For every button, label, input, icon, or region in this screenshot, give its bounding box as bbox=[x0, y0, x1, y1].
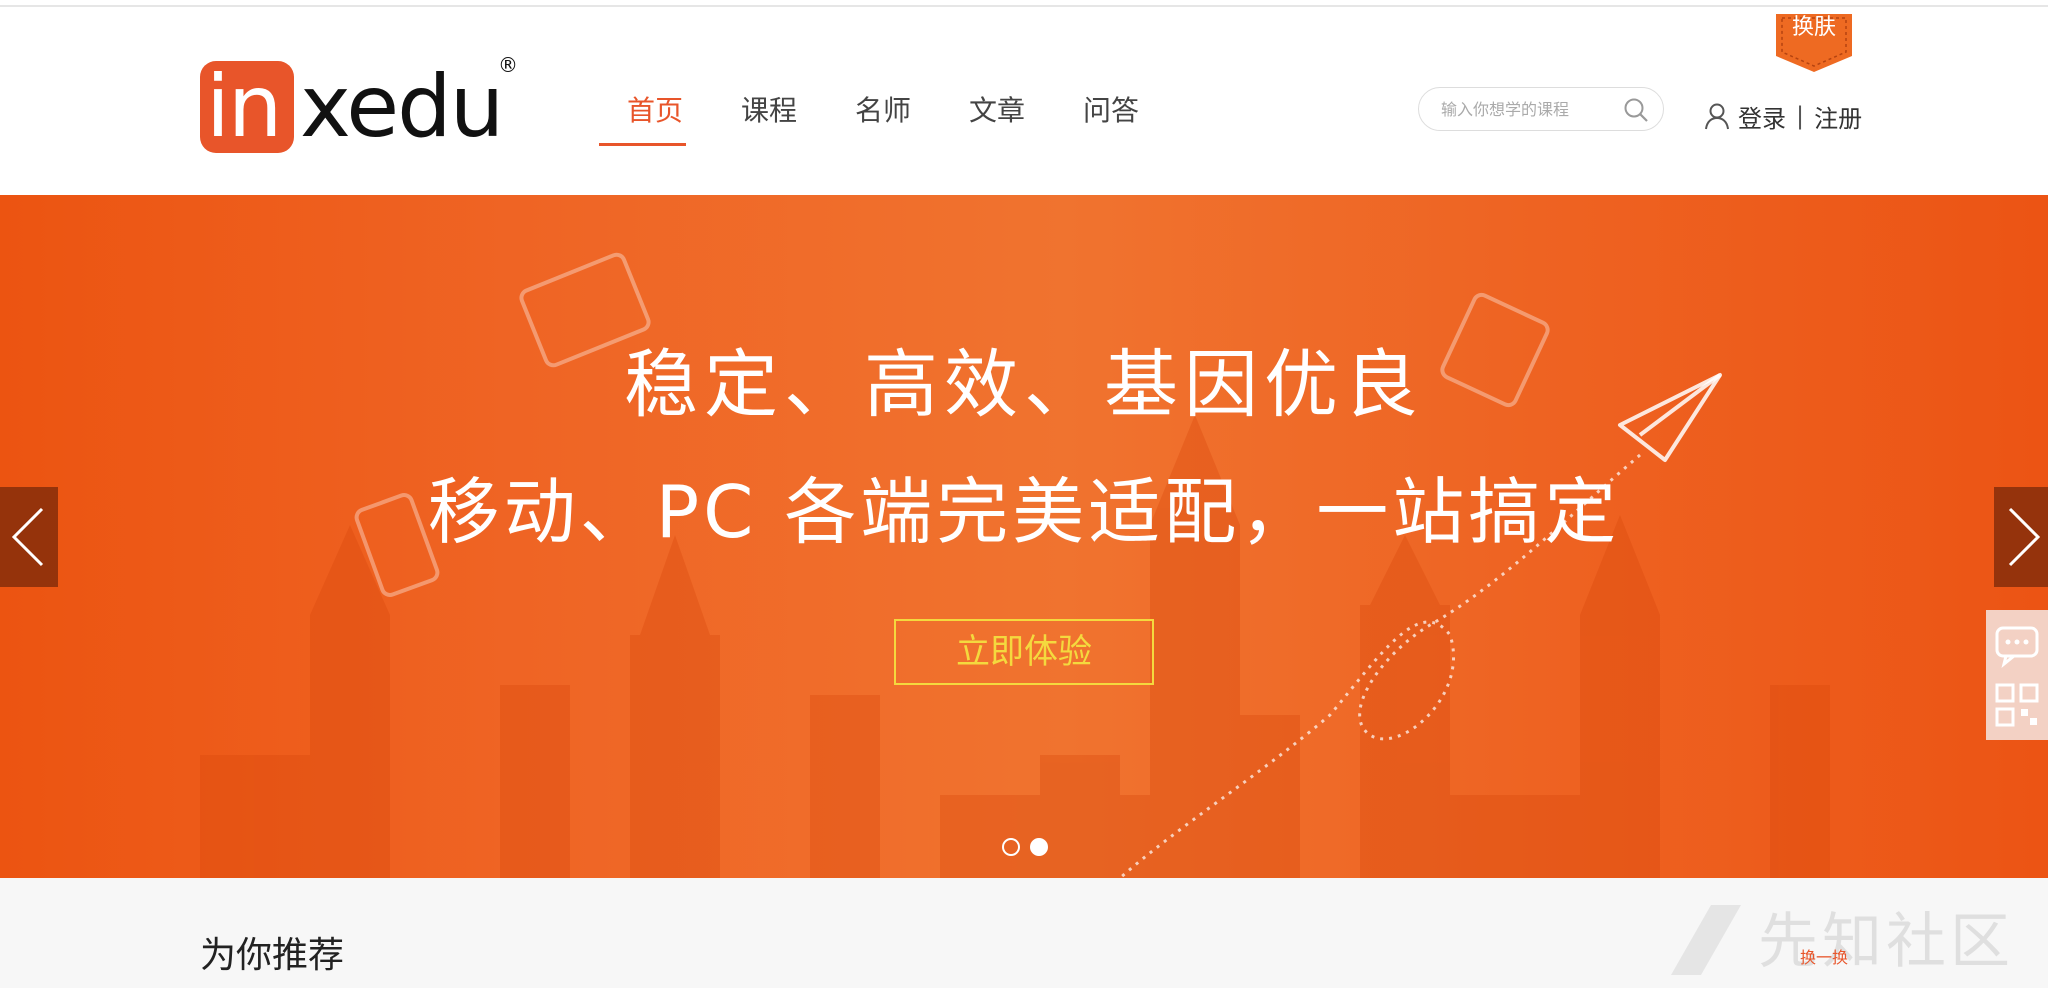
top-border bbox=[0, 0, 2048, 7]
refresh-link[interactable]: 换一换 bbox=[1800, 944, 1848, 968]
nav-item-teachers[interactable]: 名师 bbox=[826, 89, 940, 151]
search-box bbox=[1418, 87, 1664, 131]
carousel-prev-button[interactable] bbox=[0, 487, 58, 587]
nav-item-home[interactable]: 首页 bbox=[598, 89, 712, 151]
watermark-logo-icon bbox=[1671, 905, 1741, 975]
search-icon[interactable] bbox=[1623, 97, 1649, 123]
main-nav: 首页 课程 名师 文章 问答 bbox=[598, 89, 1168, 151]
carousel-next-button[interactable] bbox=[1994, 487, 2048, 587]
watermark-text: 先知社区 bbox=[1758, 907, 2014, 977]
skin-switch-button[interactable]: 换肤 bbox=[1774, 14, 1854, 74]
logo-in-text: in bbox=[206, 57, 282, 157]
logo-xedu-text: xedu bbox=[300, 57, 504, 157]
auth-separator: | bbox=[1796, 102, 1805, 130]
try-now-button[interactable]: 立即体验 bbox=[894, 619, 1154, 685]
site-logo[interactable]: in xedu ® bbox=[200, 53, 520, 157]
site-header: in xedu ® 首页 课程 名师 文章 问答 登录 | 注册 换肤 bbox=[0, 7, 2048, 195]
hero-banner: 稳定、高效、基因优良 移动、PC 各端完美适配，一站搞定 立即体验 bbox=[0, 195, 2048, 878]
carousel-dot-2[interactable] bbox=[1030, 838, 1048, 856]
chevron-right-icon bbox=[2008, 507, 2041, 567]
registered-mark: ® bbox=[498, 53, 518, 77]
carousel-dot-1[interactable] bbox=[1002, 838, 1020, 856]
search-input[interactable] bbox=[1441, 97, 1621, 121]
register-link[interactable]: 注册 bbox=[1814, 99, 1862, 134]
login-link[interactable]: 登录 bbox=[1738, 99, 1786, 134]
chevron-left-icon bbox=[11, 507, 44, 567]
side-toolbar bbox=[1986, 610, 2048, 740]
carousel-indicators bbox=[1002, 838, 1058, 856]
recommend-section: 为你推荐 先知社区 换一换 bbox=[0, 878, 2048, 988]
skin-label: 换肤 bbox=[1791, 15, 1836, 40]
banner-subheadline: 移动、PC 各端完美适配，一站搞定 bbox=[427, 470, 1621, 554]
qr-code-icon[interactable] bbox=[1994, 682, 2040, 728]
banner-headline: 稳定、高效、基因优良 bbox=[624, 342, 1424, 428]
nav-item-articles[interactable]: 文章 bbox=[940, 89, 1054, 151]
auth-links: 登录 | 注册 bbox=[1704, 99, 1862, 133]
user-icon bbox=[1705, 103, 1729, 130]
section-title: 为你推荐 bbox=[200, 935, 345, 976]
nav-item-courses[interactable]: 课程 bbox=[712, 89, 826, 151]
chat-icon[interactable] bbox=[1994, 622, 2040, 668]
nav-item-qa[interactable]: 问答 bbox=[1054, 89, 1168, 151]
watermark: 先知社区 bbox=[1666, 900, 2048, 988]
